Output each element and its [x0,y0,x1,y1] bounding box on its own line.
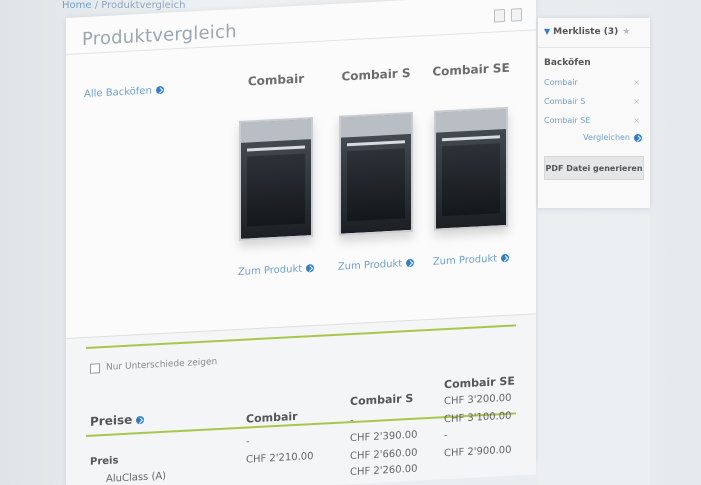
breadcrumb-home-link[interactable]: Home [62,0,92,11]
comparison-panel: Produktvergleich Alle Backöfen Combair Z… [66,0,536,485]
watchlist-panel: ▼ Merkliste (3) ★ Backöfen Combair × Combai… [538,18,650,208]
watchlist-item[interactable]: Combair S × [544,97,640,106]
print-icon[interactable] [511,8,522,22]
watchlist-item-label: Combair [544,78,578,87]
section-heading: Preise [90,412,145,429]
all-ovens-label: Alle Backöfen [84,85,152,101]
oven-image[interactable] [339,111,413,236]
screen: Home / Produktvergleich Produktvergleich… [0,0,701,485]
watchlist-title: Merkliste (3) [553,27,619,37]
page-title: Produktvergleich [82,21,237,51]
watchlist-item-label: Combair SE [544,116,591,125]
product-name: Combair SE [432,60,510,79]
product-column: Combair SE Zum Produkt [421,60,521,268]
product-column: Combair S Zum Produkt [326,65,426,273]
watchlist-item[interactable]: Combair SE × [544,116,640,125]
arrow-circle-icon [306,263,315,273]
all-ovens-link[interactable]: Alle Backöfen [84,85,164,100]
remove-icon[interactable]: × [633,78,640,87]
checkbox[interactable] [90,363,100,374]
arrow-circle-icon [634,133,642,142]
watchlist-item[interactable]: Combair × [544,78,640,87]
product-column: Combair Zum Produkt [226,70,326,278]
product-link-label: Zum Produkt [432,253,498,268]
oven-image[interactable] [239,117,313,241]
watchlist-header[interactable]: ▼ Merkliste (3) ★ [538,18,650,48]
product-link[interactable]: Zum Produkt [326,257,426,273]
arrow-circle-icon [406,258,415,268]
product-link-label: Zum Produkt [237,263,303,278]
breadcrumb-separator: / [91,0,102,11]
product-link-label: Zum Produkt [337,258,403,273]
compare-link[interactable]: Vergleichen [538,133,642,142]
watchlist-item-label: Combair S [544,97,586,106]
watchlist-section: Backöfen [544,58,591,68]
arrow-circle-icon [501,253,510,263]
product-link[interactable]: Zum Produkt [421,252,521,268]
row-label: Preis [90,455,119,468]
star-icon: ★ [622,27,631,37]
table-column-header: Combair [246,409,298,426]
product-name: Combair [247,71,305,89]
breadcrumb-current: Produktvergleich [101,0,186,11]
save-icon[interactable] [494,8,505,23]
remove-icon[interactable]: × [633,97,640,106]
section-heading-label: Preise [90,412,133,429]
title-icons [494,8,522,23]
collapse-triangle-icon: ▼ [544,27,551,36]
compare-link-label: Vergleichen [583,133,630,142]
generate-pdf-button[interactable]: PDF Datei generieren [544,156,644,180]
table-cell: - [350,414,354,427]
oven-image[interactable] [434,106,508,231]
info-icon[interactable] [136,415,145,424]
table-cell: - [246,436,250,448]
remove-icon[interactable]: × [633,116,640,125]
product-name: Combair S [341,65,411,84]
table-cell: - [444,430,448,442]
breadcrumb: Home / Produktvergleich [62,0,185,11]
product-link[interactable]: Zum Produkt [226,262,326,278]
sidebar-background [538,214,650,485]
arrow-circle-icon [155,85,164,95]
